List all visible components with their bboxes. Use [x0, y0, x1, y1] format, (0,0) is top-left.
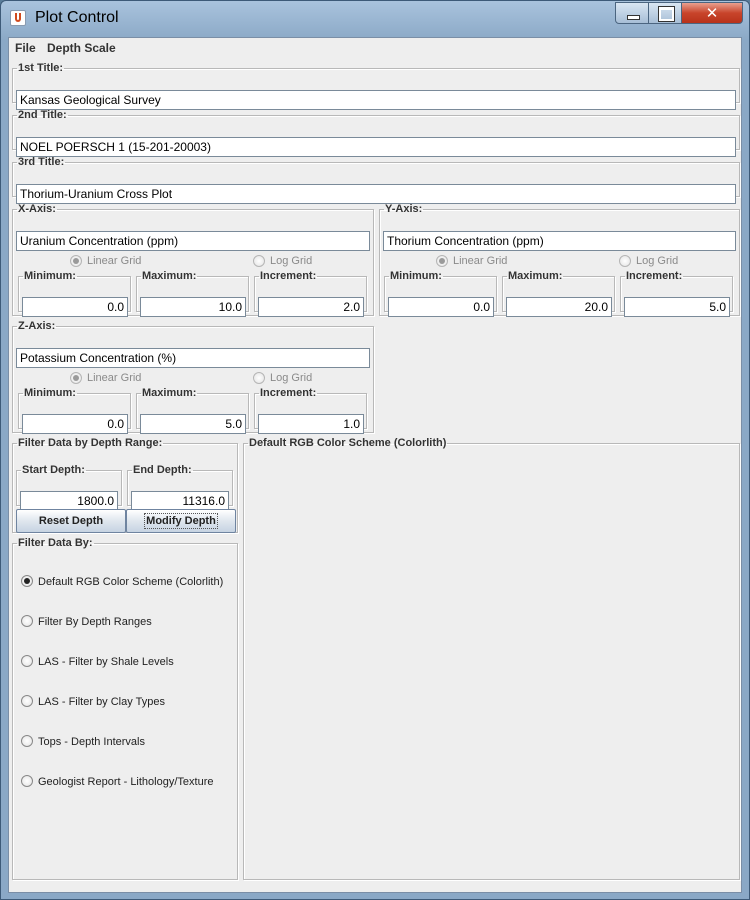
x-max-group: Maximum:: [136, 270, 249, 317]
y-increment-input[interactable]: [624, 297, 730, 317]
x-axis-title-input[interactable]: [16, 231, 370, 251]
y-axis-log-grid-label: Log Grid: [636, 255, 679, 267]
end-depth-group: End Depth:: [127, 464, 233, 511]
second-title-input[interactable]: [16, 137, 736, 157]
depth-range-group: Filter Data by Depth Range: Start Depth:…: [12, 438, 238, 533]
z-axis-title-input[interactable]: [16, 348, 370, 368]
y-max-input[interactable]: [506, 297, 612, 317]
y-min-group: Minimum:: [384, 270, 497, 317]
x-increment-label: Increment:: [260, 270, 317, 282]
filter-option-label[interactable]: LAS - Filter by Clay Types: [38, 696, 165, 708]
filter-option-label[interactable]: Default RGB Color Scheme (Colorlith): [38, 576, 223, 588]
minimize-button[interactable]: [615, 2, 649, 24]
x-min-group: Minimum:: [18, 270, 131, 317]
z-axis-log-grid-label: Log Grid: [270, 372, 313, 384]
filter-option-radio[interactable]: [21, 735, 33, 747]
y-max-group: Maximum:: [502, 270, 615, 317]
filter-option-radio[interactable]: [21, 655, 33, 667]
x-axis-log-grid-label: Log Grid: [270, 255, 313, 267]
end-depth-label: End Depth:: [133, 464, 192, 476]
menu-file[interactable]: File: [15, 41, 36, 55]
third-title-group: 3rd Title:: [12, 156, 740, 204]
z-max-label: Maximum:: [142, 387, 197, 399]
x-axis-linear-grid-label: Linear Grid: [87, 255, 142, 267]
z-max-input[interactable]: [140, 414, 246, 434]
filter-option-label[interactable]: Tops - Depth Intervals: [38, 736, 145, 748]
filter-data-by-group: Filter Data By: Default RGB Color Scheme…: [12, 538, 238, 880]
z-increment-input[interactable]: [258, 414, 364, 434]
y-axis-label: Y-Axis:: [385, 203, 423, 215]
window-title: Plot Control: [35, 9, 119, 26]
z-axis-log-grid-radio[interactable]: [253, 372, 265, 384]
java-app-icon: [10, 10, 26, 26]
third-title-label: 3rd Title:: [18, 156, 65, 168]
third-title-input[interactable]: [16, 184, 736, 204]
client-area: File Depth Scale 1st Title: 2nd Title: 3…: [8, 37, 742, 893]
z-min-label: Minimum:: [24, 387, 76, 399]
filter-option-label[interactable]: Filter By Depth Ranges: [38, 616, 152, 628]
menu-depth-scale[interactable]: Depth Scale: [47, 41, 116, 55]
x-axis-log-grid-radio[interactable]: [253, 255, 265, 267]
color-scheme-panel: Default RGB Color Scheme (Colorlith): [243, 438, 740, 880]
second-title-label: 2nd Title:: [18, 109, 67, 121]
filter-data-by-label: Filter Data By:: [18, 537, 93, 549]
y-axis-title-input[interactable]: [383, 231, 736, 251]
y-increment-label: Increment:: [626, 270, 683, 282]
filter-option-label[interactable]: LAS - Filter by Shale Levels: [38, 656, 174, 668]
x-increment-input[interactable]: [258, 297, 364, 317]
y-axis-group: Y-Axis: Linear Grid Log Grid Minimum: Ma…: [379, 203, 740, 317]
filter-option-radio[interactable]: [21, 575, 33, 587]
menu-bar: File Depth Scale: [9, 38, 741, 58]
x-max-label: Maximum:: [142, 270, 197, 282]
first-title-input[interactable]: [16, 90, 736, 110]
title-bar[interactable]: Plot Control: [1, 1, 749, 37]
start-depth-input[interactable]: [20, 491, 118, 511]
filter-option-radio[interactable]: [21, 695, 33, 707]
reset-depth-button[interactable]: Reset Depth: [16, 509, 126, 533]
y-min-label: Minimum:: [390, 270, 442, 282]
end-depth-input[interactable]: [131, 491, 229, 511]
first-title-label: 1st Title:: [18, 62, 64, 74]
x-max-input[interactable]: [140, 297, 246, 317]
z-axis-group: Z-Axis: Linear Grid Log Grid Minimum: Ma…: [12, 320, 374, 434]
y-axis-log-grid-radio[interactable]: [619, 255, 631, 267]
start-depth-label: Start Depth:: [22, 464, 85, 476]
first-title-group: 1st Title:: [12, 62, 740, 110]
x-min-label: Minimum:: [24, 270, 76, 282]
reset-depth-label: Reset Depth: [38, 515, 104, 527]
plot-control-window: Plot Control File Depth Scale 1st Title:…: [0, 0, 750, 900]
z-axis-linear-grid-radio[interactable]: [70, 372, 82, 384]
z-min-input[interactable]: [22, 414, 128, 434]
y-max-label: Maximum:: [508, 270, 563, 282]
x-min-input[interactable]: [22, 297, 128, 317]
z-max-group: Maximum:: [136, 387, 249, 434]
z-axis-label: Z-Axis:: [18, 320, 56, 332]
z-min-group: Minimum:: [18, 387, 131, 434]
y-increment-group: Increment:: [620, 270, 733, 317]
y-axis-linear-grid-radio[interactable]: [436, 255, 448, 267]
filter-option-radio[interactable]: [21, 775, 33, 787]
x-axis-linear-grid-radio[interactable]: [70, 255, 82, 267]
x-increment-group: Increment:: [254, 270, 367, 317]
close-button[interactable]: [681, 2, 743, 24]
depth-range-label: Filter Data by Depth Range:: [18, 437, 163, 449]
modify-depth-button[interactable]: Modify Depth: [126, 509, 236, 533]
filter-option-label[interactable]: Geologist Report - Lithology/Texture: [38, 776, 213, 788]
z-increment-group: Increment:: [254, 387, 367, 434]
start-depth-group: Start Depth:: [16, 464, 122, 511]
filter-option-radio[interactable]: [21, 615, 33, 627]
z-axis-linear-grid-label: Linear Grid: [87, 372, 142, 384]
modify-depth-label: Modify Depth: [144, 513, 218, 529]
second-title-group: 2nd Title:: [12, 109, 740, 157]
maximize-button[interactable]: [648, 2, 682, 24]
y-min-input[interactable]: [388, 297, 494, 317]
y-axis-linear-grid-label: Linear Grid: [453, 255, 508, 267]
x-axis-group: X-Axis: Linear Grid Log Grid Minimum: Ma…: [12, 203, 374, 317]
z-increment-label: Increment:: [260, 387, 317, 399]
x-axis-label: X-Axis:: [18, 203, 56, 215]
color-scheme-label: Default RGB Color Scheme (Colorlith): [249, 437, 447, 449]
